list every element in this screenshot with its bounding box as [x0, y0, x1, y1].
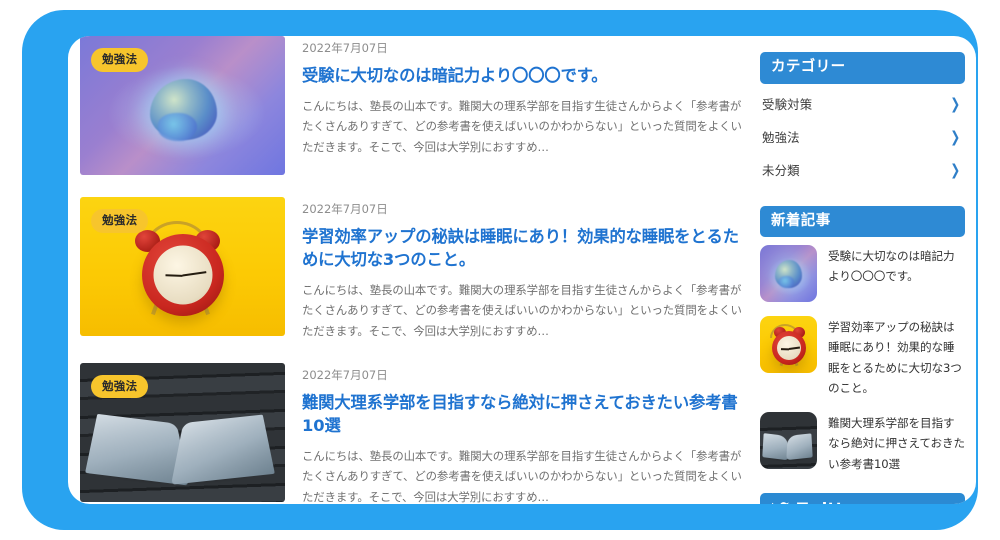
- open-book-icon: [762, 432, 790, 461]
- widget-categories-heading: カテゴリー: [760, 52, 965, 84]
- article-list: 勉強法 2022年7月07日 受験に大切なのは暗記力より〇〇〇です。 こんにちは…: [80, 36, 752, 504]
- recent-post-title[interactable]: 学習効率アップの秘訣は睡眠にあり！効果的な睡眠をとるために大切な3つのこと。: [828, 316, 965, 398]
- article-date: 2022年7月07日: [302, 367, 388, 382]
- category-label: 未分類: [762, 163, 800, 178]
- chevron-right-icon: ❯: [950, 127, 961, 146]
- sidebar-item-category[interactable]: 勉強法 ❯: [760, 121, 965, 154]
- category-badge[interactable]: 勉強法: [91, 209, 149, 233]
- recent-post-item[interactable]: 難関大理系学部を目指すなら絶対に押さえておきたい参考書10選: [760, 412, 965, 474]
- category-badge[interactable]: 勉強法: [91, 374, 149, 399]
- article-excerpt: こんにちは、塾長の山本です。難関大の理系学部を目指す生徒さんからよく「参考書がた…: [302, 283, 742, 338]
- clock-face: [153, 245, 212, 305]
- sidebar-item-category[interactable]: 未分類 ❯: [760, 154, 965, 187]
- clock-minute-hand: [788, 346, 800, 350]
- chevron-right-icon: ❯: [950, 160, 961, 179]
- article-thumbnail-clock[interactable]: 勉強法: [80, 197, 285, 336]
- article-date: 2022年7月07日: [302, 202, 388, 216]
- recent-post-item[interactable]: 受験に大切なのは暗記力より〇〇〇です。: [760, 245, 965, 302]
- category-label: 受験対策: [762, 97, 813, 112]
- clock-face: [776, 335, 801, 360]
- clock-hour-hand: [165, 274, 183, 278]
- article-date: 2022年7月07日: [302, 41, 388, 55]
- recent-post-thumbnail-brain[interactable]: [760, 245, 817, 302]
- widget-recent-heading: 新着記事: [760, 205, 965, 237]
- brain-icon: [149, 79, 218, 141]
- alarm-clock-icon: [771, 330, 806, 365]
- article-excerpt: こんにちは、塾長の山本です。難関大の理系学部を目指す生徒さんからよく「参考書がた…: [302, 98, 742, 154]
- twitter-label: Twitter: [797, 501, 863, 504]
- recent-post-thumbnail-book[interactable]: [760, 412, 817, 470]
- browser-frame: 勉強法 2022年7月07日 受験に大切なのは暗記力より〇〇〇です。 こんにちは…: [22, 10, 978, 530]
- category-label: 勉強法: [762, 130, 800, 145]
- article-thumbnail-book[interactable]: 勉強法: [80, 362, 285, 502]
- recent-post-list: 受験に大切なのは暗記力より〇〇〇です。 学習効率アップの秘訣は睡眠にあり！効果的…: [760, 237, 965, 474]
- page-card: 勉強法 2022年7月07日 受験に大切なのは暗記力より〇〇〇です。 こんにちは…: [68, 36, 976, 504]
- clock-minute-hand: [182, 271, 207, 277]
- article-list-item[interactable]: 勉強法 2022年7月07日 学習効率アップの秘訣は睡眠にあり！効果的な睡眠をと…: [80, 197, 752, 363]
- widget-twitter-heading: Twitter: [760, 492, 965, 504]
- article-list-item[interactable]: 勉強法 2022年7月07日 受験に大切なのは暗記力より〇〇〇です。 こんにちは…: [80, 36, 752, 197]
- article-title-link[interactable]: 難関大理系学部を目指すなら絶対に押さえておきたい参考書10選: [302, 391, 752, 437]
- article-thumbnail-brain[interactable]: 勉強法: [80, 36, 285, 175]
- clock-hour-hand: [780, 347, 789, 351]
- alarm-clock-icon: [141, 233, 224, 316]
- sidebar: カテゴリー 受験対策 ❯ 勉強法 ❯ 未分類 ❯ 新着記事 受験に大切なのは暗記…: [760, 52, 965, 504]
- article-excerpt: こんにちは、塾長の山本です。難関大の理系学部を目指す生徒さんからよく「参考書がた…: [302, 449, 742, 504]
- widget-recent-posts: 新着記事 受験に大切なのは暗記力より〇〇〇です。 学習効率アップの秘訣は睡眠にあ…: [760, 205, 965, 474]
- recent-post-title[interactable]: 受験に大切なのは暗記力より〇〇〇です。: [828, 245, 965, 302]
- chevron-right-icon: ❯: [950, 94, 961, 113]
- recent-post-thumbnail-clock[interactable]: [760, 316, 817, 373]
- widget-twitter: Twitter: [760, 492, 965, 504]
- category-list: 受験対策 ❯ 勉強法 ❯ 未分類 ❯: [760, 84, 965, 187]
- widget-categories: カテゴリー 受験対策 ❯ 勉強法 ❯ 未分類 ❯: [760, 52, 965, 187]
- twitter-bird-icon: [771, 502, 790, 504]
- brain-icon: [775, 260, 802, 288]
- book-page-right: [171, 414, 276, 485]
- article-title-link[interactable]: 受験に大切なのは暗記力より〇〇〇です。: [302, 64, 752, 87]
- recent-post-item[interactable]: 学習効率アップの秘訣は睡眠にあり！効果的な睡眠をとるために大切な3つのこと。: [760, 316, 965, 398]
- article-title-link[interactable]: 学習効率アップの秘訣は睡眠にあり！効果的な睡眠をとるために大切な3つのこと。: [302, 225, 752, 271]
- book-page-right: [786, 432, 814, 461]
- category-badge[interactable]: 勉強法: [91, 48, 149, 72]
- sidebar-item-category[interactable]: 受験対策 ❯: [760, 88, 965, 121]
- recent-post-title[interactable]: 難関大理系学部を目指すなら絶対に押さえておきたい参考書10選: [828, 412, 965, 474]
- article-list-item[interactable]: 勉強法 2022年7月07日 難関大理系学部を目指すなら絶対に押さえておきたい参…: [80, 362, 752, 504]
